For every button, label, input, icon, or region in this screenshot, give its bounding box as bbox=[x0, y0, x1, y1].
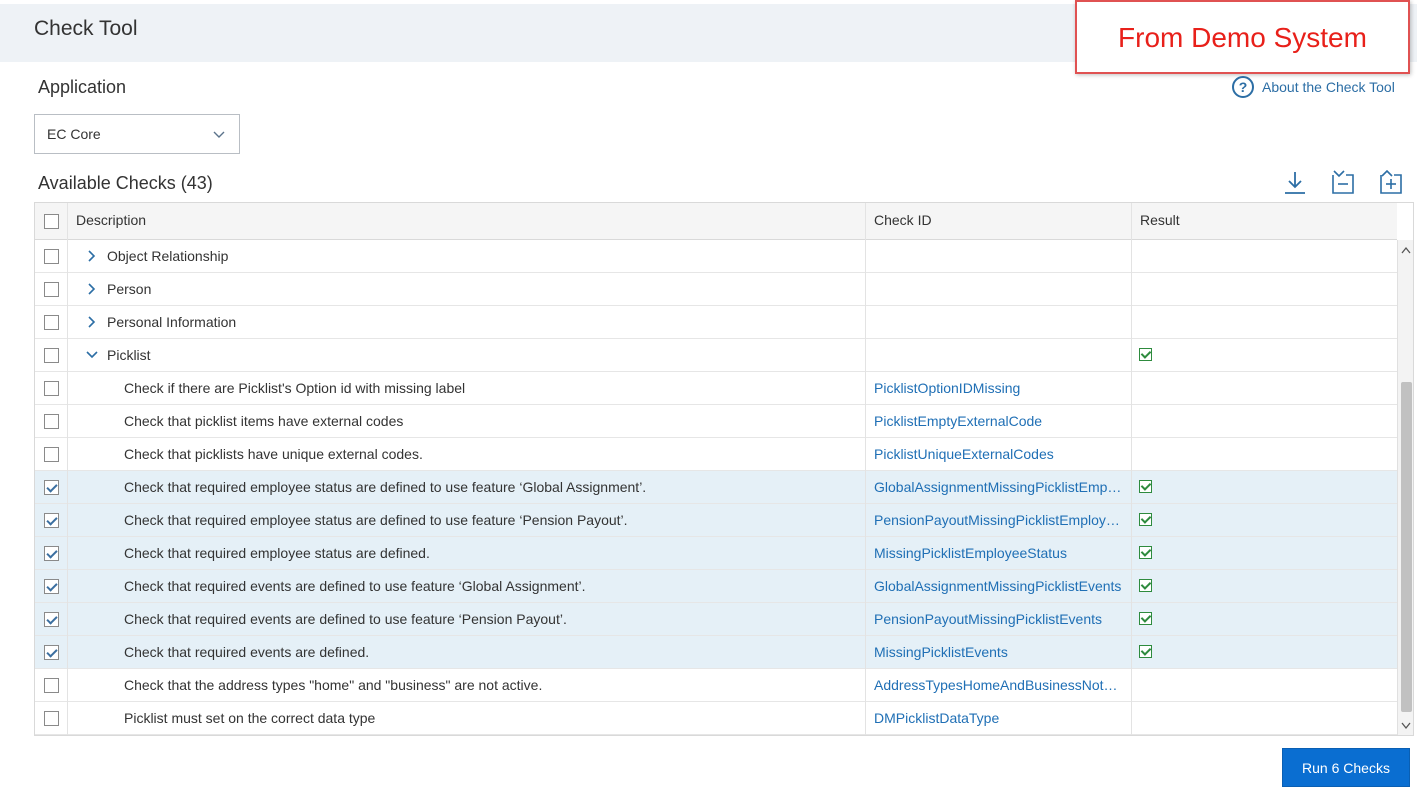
row-checkbox[interactable] bbox=[44, 381, 59, 396]
table-row[interactable]: Picklist must set on the correct data ty… bbox=[35, 702, 1397, 735]
row-description: Object Relationship bbox=[107, 248, 229, 264]
result-success-icon bbox=[1139, 612, 1152, 625]
row-check-id-link[interactable]: MissingPicklistEvents bbox=[874, 636, 1124, 669]
scroll-up-icon[interactable] bbox=[1401, 246, 1411, 254]
row-description: Check that picklist items have external … bbox=[124, 413, 404, 429]
row-checkbox[interactable] bbox=[44, 711, 59, 726]
table-row[interactable]: Check that required employee status are … bbox=[35, 504, 1397, 537]
scroll-down-icon[interactable] bbox=[1401, 722, 1411, 730]
table-row[interactable]: Picklist bbox=[35, 339, 1397, 372]
table-row[interactable]: Check if there are Picklist's Option id … bbox=[35, 372, 1397, 405]
table-row[interactable]: Check that required events are defined. M… bbox=[35, 636, 1397, 669]
column-header-check-id[interactable]: Check ID bbox=[874, 203, 932, 240]
about-check-tool-link[interactable]: ? About the Check Tool bbox=[1232, 76, 1395, 98]
row-check-id-link[interactable]: PicklistEmptyExternalCode bbox=[874, 405, 1124, 438]
download-icon[interactable] bbox=[1282, 170, 1308, 196]
row-description: Check that required events are defined t… bbox=[124, 578, 586, 594]
row-check-id-link[interactable]: DMPicklistDataType bbox=[874, 702, 1124, 735]
row-checkbox[interactable] bbox=[44, 480, 59, 495]
select-all-checkbox[interactable] bbox=[44, 214, 59, 229]
row-description: Check that picklists have unique externa… bbox=[124, 446, 423, 462]
result-success-icon bbox=[1139, 348, 1152, 361]
expand-all-icon[interactable] bbox=[1378, 170, 1404, 196]
row-description: Person bbox=[107, 281, 152, 297]
row-checkbox[interactable] bbox=[44, 612, 59, 627]
row-description: Picklist must set on the correct data ty… bbox=[124, 710, 376, 726]
checks-table: Description Check ID Result Object Relat… bbox=[34, 202, 1414, 736]
row-check-id-link[interactable]: AddressTypesHomeAndBusinessNot… bbox=[874, 669, 1124, 702]
collapse-all-icon[interactable] bbox=[1330, 170, 1356, 196]
row-checkbox[interactable] bbox=[44, 348, 59, 363]
table-row[interactable]: Check that picklist items have external … bbox=[35, 405, 1397, 438]
row-description: Check if there are Picklist's Option id … bbox=[124, 380, 466, 396]
row-description: Personal Information bbox=[107, 314, 237, 330]
result-success-icon bbox=[1139, 546, 1152, 559]
chevron-down-icon[interactable] bbox=[85, 348, 99, 362]
about-check-tool-label: About the Check Tool bbox=[1262, 79, 1395, 95]
table-row[interactable]: Check that picklists have unique externa… bbox=[35, 438, 1397, 471]
row-checkbox[interactable] bbox=[44, 249, 59, 264]
row-check-id-link[interactable]: PicklistUniqueExternalCodes bbox=[874, 438, 1124, 471]
table-row[interactable]: Check that required events are defined t… bbox=[35, 603, 1397, 636]
table-row[interactable]: Check that the address types "home" and … bbox=[35, 669, 1397, 702]
table-body: Object Relationship Person Personal Inform… bbox=[35, 240, 1397, 735]
page-title: Check Tool bbox=[34, 17, 138, 40]
table-scrollbar[interactable] bbox=[1397, 240, 1413, 735]
row-checkbox[interactable] bbox=[44, 282, 59, 297]
row-checkbox[interactable] bbox=[44, 414, 59, 429]
row-checkbox[interactable] bbox=[44, 546, 59, 561]
row-checkbox[interactable] bbox=[44, 678, 59, 693]
row-check-id-link[interactable]: GlobalAssignmentMissingPicklistEmp… bbox=[874, 471, 1124, 504]
row-check-id-link[interactable]: GlobalAssignmentMissingPicklistEvents bbox=[874, 570, 1124, 603]
row-check-id-link[interactable]: PicklistOptionIDMissing bbox=[874, 372, 1124, 405]
chevron-right-icon[interactable] bbox=[85, 249, 99, 263]
row-description: Check that required employee status are … bbox=[124, 545, 430, 561]
chevron-right-icon[interactable] bbox=[85, 282, 99, 296]
row-checkbox[interactable] bbox=[44, 513, 59, 528]
row-description: Check that required employee status are … bbox=[124, 512, 628, 528]
row-checkbox[interactable] bbox=[44, 579, 59, 594]
row-description: Picklist bbox=[107, 347, 151, 363]
column-header-description[interactable]: Description bbox=[76, 203, 146, 240]
application-select-value: EC Core bbox=[47, 126, 101, 142]
row-checkbox[interactable] bbox=[44, 645, 59, 660]
row-check-id-link[interactable]: PensionPayoutMissingPicklistEvents bbox=[874, 603, 1124, 636]
application-label: Application bbox=[38, 77, 127, 97]
chevron-down-icon bbox=[213, 131, 225, 138]
table-header: Description Check ID Result bbox=[35, 203, 1397, 240]
table-row[interactable]: Check that required events are defined t… bbox=[35, 570, 1397, 603]
table-row[interactable]: Person bbox=[35, 273, 1397, 306]
result-success-icon bbox=[1139, 513, 1152, 526]
row-check-id-link[interactable]: PensionPayoutMissingPicklistEmploy… bbox=[874, 504, 1124, 537]
application-select[interactable]: EC Core bbox=[34, 114, 240, 154]
row-checkbox[interactable] bbox=[44, 447, 59, 462]
column-header-result[interactable]: Result bbox=[1140, 203, 1180, 240]
demo-system-label: From Demo System bbox=[1118, 22, 1367, 53]
row-check-id-link[interactable]: MissingPicklistEmployeeStatus bbox=[874, 537, 1124, 570]
table-row[interactable]: Check that required employee status are … bbox=[35, 471, 1397, 504]
scrollbar-thumb[interactable] bbox=[1401, 382, 1412, 712]
table-row[interactable]: Personal Information bbox=[35, 306, 1397, 339]
table-row[interactable]: Object Relationship bbox=[35, 240, 1397, 273]
row-description: Check that required employee status are … bbox=[124, 479, 647, 495]
available-checks-heading: Available Checks (43) bbox=[38, 173, 213, 193]
table-row[interactable]: Check that required employee status are … bbox=[35, 537, 1397, 570]
row-description: Check that required events are defined. bbox=[124, 644, 370, 660]
help-icon: ? bbox=[1232, 76, 1254, 98]
row-check-id-link bbox=[874, 306, 1124, 339]
row-description: Check that the address types "home" and … bbox=[124, 677, 543, 693]
row-check-id-link bbox=[874, 240, 1124, 273]
row-check-id-link bbox=[874, 339, 1124, 372]
row-check-id-link bbox=[874, 273, 1124, 306]
demo-system-callout: From Demo System bbox=[1075, 0, 1410, 74]
row-checkbox[interactable] bbox=[44, 315, 59, 330]
run-checks-button[interactable]: Run 6 Checks bbox=[1282, 748, 1410, 787]
result-success-icon bbox=[1139, 480, 1152, 493]
result-success-icon bbox=[1139, 645, 1152, 658]
chevron-right-icon[interactable] bbox=[85, 315, 99, 329]
result-success-icon bbox=[1139, 579, 1152, 592]
row-description: Check that required events are defined t… bbox=[124, 611, 567, 627]
